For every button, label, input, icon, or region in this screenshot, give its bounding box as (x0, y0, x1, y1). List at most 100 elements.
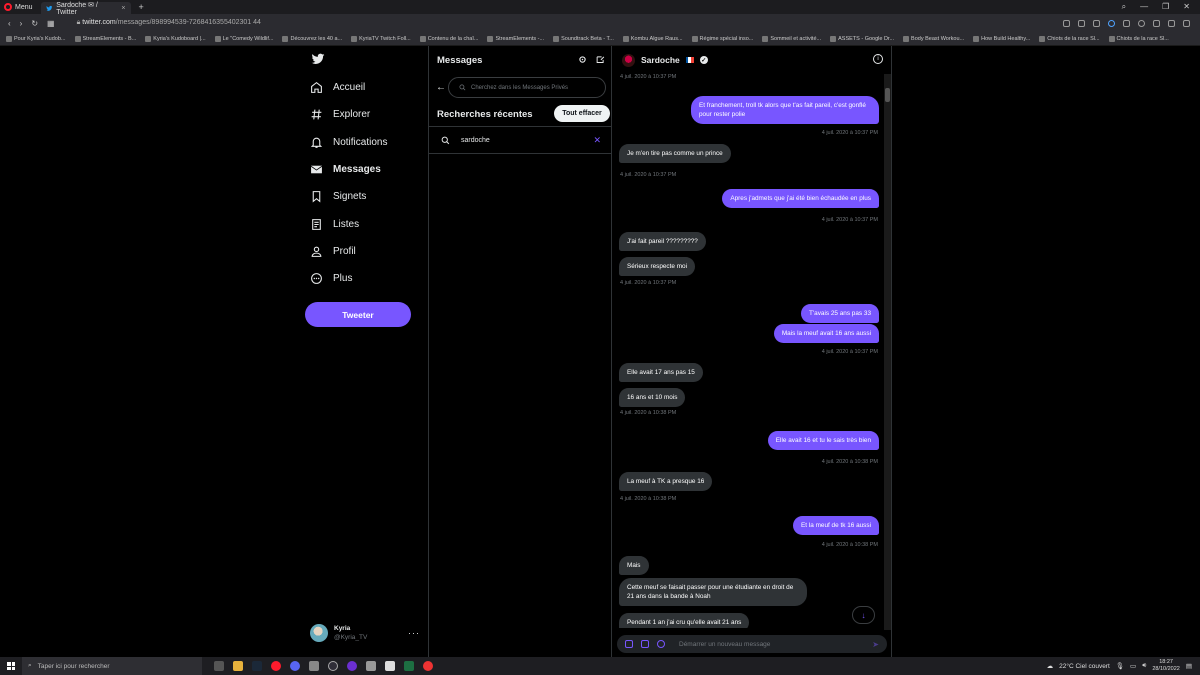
bookmark-item[interactable]: Kombu Algue Raus... (622, 35, 683, 42)
play-icon[interactable] (1123, 19, 1130, 27)
back-icon[interactable]: ‹ (8, 19, 11, 28)
bookmark-item[interactable]: Sommeil et activité... (762, 35, 821, 42)
maximize-icon[interactable]: ❐ (1162, 2, 1169, 12)
nav-item-explore[interactable]: Explorer (310, 108, 370, 121)
app-icon[interactable] (309, 661, 319, 671)
url-field[interactable]: 🔒︎ twitter.com/messages/898994539-726841… (77, 19, 261, 27)
incoming-message[interactable]: Sérieux respecte moi (619, 257, 696, 276)
settings-gear-icon[interactable] (578, 55, 587, 64)
more-dots-icon[interactable]: ··· (408, 628, 420, 638)
bookmark-item[interactable]: Découvrez les 40 a... (282, 35, 342, 42)
bookmark-item[interactable]: Body Beast Workou... (903, 35, 964, 42)
avatar[interactable] (622, 53, 635, 67)
outgoing-message[interactable]: Et la meuf de tk 16 aussi (793, 516, 879, 535)
close-window-icon[interactable]: ✕ (1183, 2, 1190, 12)
send-icon[interactable]: ➤ (872, 640, 879, 649)
incoming-message[interactable]: 16 ans et 10 mois (619, 388, 686, 407)
file-explorer-icon[interactable] (233, 661, 243, 671)
conversation-name[interactable]: Sardoche (641, 55, 680, 65)
clock[interactable]: 18:27 28/10/2022 (1152, 659, 1180, 673)
tweet-button[interactable]: Tweeter (305, 302, 411, 327)
task-view-icon[interactable] (214, 661, 224, 671)
message-input[interactable]: Démarrer un nouveau message (679, 641, 770, 648)
account-switcher[interactable]: Kyria @Kyria_TV ··· (310, 624, 420, 642)
emoji-icon[interactable] (657, 640, 665, 648)
settings-icon[interactable] (1183, 19, 1190, 27)
recent-search-item[interactable]: sardoche ✕ (429, 126, 611, 154)
heart-icon[interactable] (1138, 19, 1145, 27)
scrollbar-thumb[interactable] (885, 88, 890, 102)
vpn-icon[interactable] (1108, 19, 1115, 27)
scroll-to-bottom-button[interactable]: ↓ (852, 606, 875, 624)
minimize-icon[interactable]: — (1140, 2, 1148, 12)
bookmark-item[interactable]: Régime spécial inso... (691, 35, 753, 42)
app-icon[interactable] (423, 661, 433, 671)
nav-item-messages[interactable]: Messages (310, 163, 381, 176)
weather-text[interactable]: 22°C Ciel couvert (1059, 663, 1110, 670)
nav-item-notifications[interactable]: Notifications (310, 136, 387, 149)
browser-search-icon[interactable]: ⌕ (1122, 2, 1126, 12)
app-icon[interactable] (347, 661, 357, 671)
clear-all-button[interactable]: Tout effacer (554, 105, 610, 122)
incoming-message[interactable]: J'ai fait pareil ????????? (619, 232, 706, 251)
bookmark-item[interactable]: Contenu de la chaî... (419, 35, 478, 42)
scrollbar[interactable] (884, 74, 891, 630)
outgoing-message[interactable]: Elle avait 16 et tu le sais très bien (767, 431, 879, 450)
gift-icon[interactable] (1153, 19, 1160, 27)
nav-item-profile[interactable]: Profil (310, 245, 356, 258)
image-icon[interactable] (625, 640, 633, 648)
bookmark-item[interactable]: StreamElements -... (487, 35, 544, 42)
incoming-message[interactable]: Cette meuf se faisait passer pour une ét… (619, 578, 807, 606)
outgoing-message[interactable]: Mais la meuf avait 16 ans aussi (773, 324, 879, 343)
camera-icon[interactable] (1078, 19, 1085, 27)
speed-dial-icon[interactable]: ▦ (47, 19, 55, 28)
incoming-message[interactable]: Je m'en tire pas comme un prince (619, 144, 731, 163)
forward-icon[interactable]: › (20, 19, 23, 28)
bookmark-item[interactable]: ASSETS - Google Dr... (830, 35, 894, 42)
volume-icon[interactable]: 🔊︎ (1142, 662, 1146, 670)
wallet-icon[interactable] (1093, 19, 1100, 27)
incoming-message[interactable]: Elle avait 17 ans pas 15 (619, 363, 703, 382)
new-tab-button[interactable]: + (131, 2, 152, 12)
bookmark-item[interactable]: Kyria's Kudoboard |... (145, 35, 206, 42)
bookmark-item[interactable]: Pour Kyria's Kudob... (6, 35, 66, 42)
opera-icon[interactable] (271, 661, 281, 671)
bookmark-item[interactable]: Le "Comedy Wildlif... (214, 35, 273, 42)
download-icon[interactable] (1168, 19, 1175, 27)
twitter-logo-icon[interactable] (310, 52, 326, 66)
bookmark-item[interactable]: Chiots de la race Sl... (1108, 35, 1169, 42)
obs-icon[interactable] (328, 661, 338, 671)
nav-item-lists[interactable]: Listes (310, 218, 359, 231)
browser-menu-button[interactable]: Menu (0, 0, 41, 14)
bookmark-item[interactable]: How Build Healthy... (973, 35, 1030, 42)
outgoing-message[interactable]: Apres j'admets que j'ai été bien échaudé… (722, 189, 879, 208)
back-arrow-icon[interactable]: ← (436, 82, 446, 93)
excel-icon[interactable] (404, 661, 414, 671)
browser-tab[interactable]: Sardoche ✉ / Twitter × (40, 2, 131, 16)
outgoing-message[interactable]: T'avais 25 ans pas 33 (801, 304, 879, 323)
bookmark-item[interactable]: Chiots de la race Sl... (1039, 35, 1100, 42)
nav-item-bookmarks[interactable]: Signets (310, 190, 366, 203)
new-message-icon[interactable] (596, 55, 605, 64)
network-icon[interactable]: ▭ (1130, 662, 1136, 670)
discord-icon[interactable] (290, 661, 300, 671)
bookmark-item[interactable]: Soundtrack Beta - T... (553, 35, 614, 42)
outgoing-message[interactable]: Et franchement, troll tk alors que t'as … (691, 96, 879, 124)
messages-search-input[interactable]: Cherchez dans les Messages Privés (448, 77, 606, 98)
bookmark-item[interactable]: KyriaTV Twitch Foll... (351, 35, 411, 42)
notifications-icon[interactable]: ▤ (1186, 662, 1192, 670)
gif-icon[interactable] (641, 640, 649, 648)
incoming-message[interactable]: La meuf à TK a presque 16 (619, 472, 713, 491)
taskbar-search-input[interactable]: ⌕ Taper ici pour rechercher (22, 657, 202, 675)
nav-item-home[interactable]: Accueil (310, 81, 365, 94)
info-icon[interactable]: i (873, 54, 883, 64)
document-icon[interactable] (385, 661, 395, 671)
extension-icon[interactable] (1063, 19, 1070, 27)
nav-item-more[interactable]: Plus (310, 272, 352, 285)
incoming-message[interactable]: Mais (619, 556, 649, 575)
incoming-message[interactable]: Pendant 1 an j'ai cru qu'elle avait 21 a… (619, 613, 750, 628)
app-icon[interactable] (366, 661, 376, 671)
close-tab-icon[interactable]: × (121, 5, 125, 12)
reload-icon[interactable]: ↻ (31, 19, 38, 28)
start-button[interactable] (0, 662, 22, 670)
